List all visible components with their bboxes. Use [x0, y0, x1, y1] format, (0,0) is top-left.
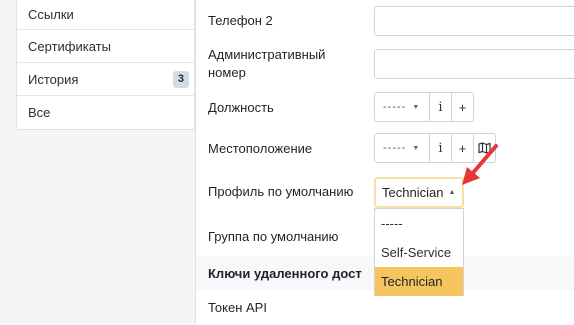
- plus-icon: +: [458, 99, 467, 115]
- location-value: -----: [383, 142, 407, 154]
- history-count-badge: 3: [172, 70, 189, 88]
- api-token-label: Токен API: [208, 300, 267, 315]
- sidebar-item-all[interactable]: Все: [17, 96, 194, 129]
- default-group-label: Группа по умолчанию: [208, 229, 339, 244]
- admin-number-label: Административный номер: [208, 47, 326, 80]
- sidebar-item-certificates[interactable]: Сертификаты: [17, 30, 194, 63]
- dropdown-option-self-service[interactable]: Self-Service: [375, 238, 463, 267]
- position-label: Должность: [208, 100, 274, 115]
- sidebar-item-label: Ссылки: [28, 7, 74, 22]
- position-add-button[interactable]: +: [452, 92, 474, 122]
- info-icon: i: [438, 140, 443, 156]
- position-value: -----: [383, 101, 407, 113]
- position-field-group: ----- ▼ i +: [374, 92, 474, 122]
- main-form: Телефон 2 Административный номер Должнос…: [195, 0, 574, 325]
- annotation-arrow-icon: [462, 144, 498, 185]
- location-label: Местоположение: [208, 141, 313, 156]
- sidebar-item-label: Сертификаты: [28, 38, 111, 54]
- location-select[interactable]: ----- ▼: [374, 133, 430, 163]
- sidebar-item-history[interactable]: История 3: [17, 63, 194, 96]
- phone2-label: Телефон 2: [208, 13, 273, 28]
- sidebar-item-label: История: [28, 71, 79, 87]
- sidebar: Ссылки Сертификаты История 3 Все: [16, 0, 195, 130]
- dropdown-option-technician[interactable]: Technician: [375, 267, 463, 296]
- position-info-button[interactable]: i: [430, 92, 452, 122]
- phone2-input[interactable]: [374, 6, 574, 36]
- app-root: Ссылки Сертификаты История 3 Все Телефон…: [0, 0, 574, 325]
- chevron-up-icon: ▲: [448, 189, 456, 196]
- chevron-down-icon: ▼: [412, 103, 420, 111]
- location-info-button[interactable]: i: [430, 133, 452, 163]
- section-heading-text: Ключи удаленного дост: [208, 265, 362, 281]
- default-profile-value: Technician: [382, 185, 444, 200]
- position-select[interactable]: ----- ▼: [374, 92, 430, 122]
- profile-dropdown-list: ----- Self-Service Technician: [374, 208, 464, 296]
- chevron-down-icon: ▼: [412, 144, 420, 152]
- info-icon: i: [438, 99, 443, 115]
- sidebar-item-label: Все: [28, 105, 51, 120]
- admin-number-input[interactable]: [374, 49, 574, 79]
- dropdown-option-empty[interactable]: -----: [375, 209, 463, 238]
- default-profile-label: Профиль по умолчанию: [208, 184, 354, 199]
- default-profile-select[interactable]: Technician ▲: [374, 177, 464, 208]
- sidebar-item-links[interactable]: Ссылки: [17, 0, 194, 30]
